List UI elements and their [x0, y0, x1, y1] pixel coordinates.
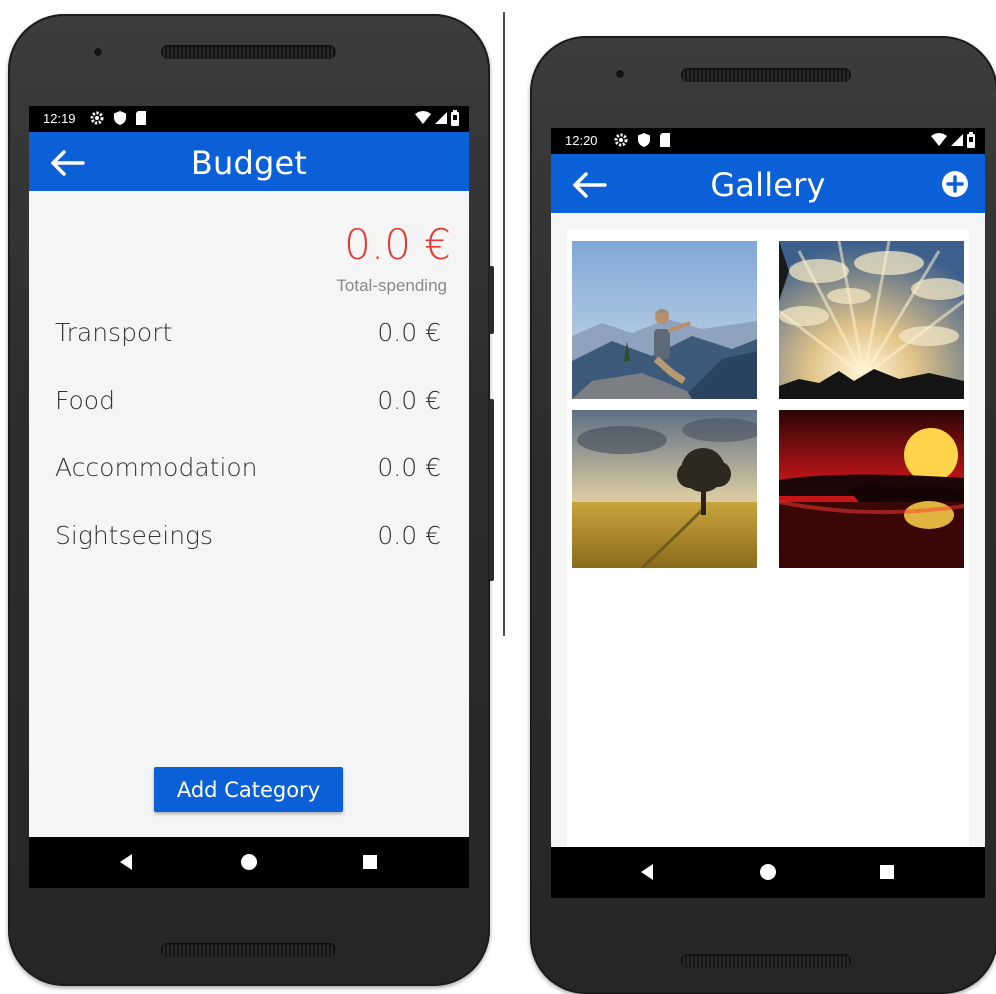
power-button	[489, 266, 494, 334]
category-name: Transport	[55, 318, 173, 347]
budget-screen: 12:19 Budget 0.0 € Total-spending Transp…	[29, 106, 469, 888]
app-bar: Budget	[29, 132, 469, 191]
circle-home-icon[interactable]	[755, 859, 781, 885]
square-recents-icon[interactable]	[357, 849, 383, 875]
front-camera	[616, 70, 624, 78]
bottom-speaker	[681, 954, 851, 968]
photo-thumbnail-tree[interactable]	[572, 410, 757, 568]
photo-grid	[567, 229, 969, 849]
triangle-back-icon[interactable]	[634, 859, 660, 885]
photo-thumbnail-sunrays[interactable]	[779, 241, 964, 399]
add-category-button[interactable]: Add Category	[154, 767, 343, 812]
bottom-speaker	[161, 943, 336, 957]
status-system-icons	[415, 110, 459, 126]
volume-button	[489, 399, 494, 581]
front-camera	[94, 48, 102, 56]
wifi-icon	[415, 111, 431, 124]
category-value: 0.0 €	[377, 453, 441, 482]
status-bar: 12:19	[29, 106, 469, 132]
sd-card-icon	[136, 111, 146, 125]
category-row-transport[interactable]: Transport 0.0 €	[55, 318, 441, 358]
category-name: Accommodation	[55, 453, 258, 482]
category-name: Sightseeings	[55, 521, 214, 550]
category-name: Food	[55, 386, 115, 415]
triangle-back-icon[interactable]	[113, 849, 139, 875]
screenshot-divider	[503, 12, 505, 636]
category-value: 0.0 €	[377, 386, 441, 415]
signal-icon	[435, 112, 447, 124]
gallery-screen: 12:20 Gallery	[551, 128, 985, 898]
top-speaker	[681, 68, 851, 82]
status-time: 12:19	[43, 111, 76, 126]
total-spending-label: Total-spending	[336, 276, 447, 295]
status-bar: 12:20	[551, 128, 985, 154]
app-bar: Gallery	[551, 154, 985, 213]
shield-icon	[638, 133, 650, 147]
battery-icon	[451, 110, 459, 126]
category-row-food[interactable]: Food 0.0 €	[55, 386, 441, 426]
sd-card-icon	[660, 133, 670, 147]
category-value: 0.0 €	[377, 521, 441, 550]
plus-circle-icon[interactable]	[941, 170, 969, 198]
sunrays-photo	[779, 241, 964, 399]
settings-icon	[614, 133, 628, 147]
total-spending-amount: 0.0 €	[344, 220, 451, 269]
top-speaker	[161, 45, 336, 59]
shield-icon	[114, 111, 126, 125]
status-system-icons	[931, 132, 975, 148]
wifi-icon	[931, 133, 947, 146]
circle-home-icon[interactable]	[236, 849, 262, 875]
status-notification-icons	[613, 132, 671, 148]
navigation-bar	[29, 837, 469, 888]
sunset-photo	[779, 410, 964, 568]
tree-photo	[572, 410, 757, 568]
page-title: Budget	[190, 144, 308, 182]
square-recents-icon[interactable]	[874, 859, 900, 885]
category-row-sightseeings[interactable]: Sightseeings 0.0 €	[55, 521, 441, 561]
battery-icon	[967, 132, 975, 148]
status-time: 12:20	[565, 133, 598, 148]
photo-thumbnail-sunset[interactable]	[779, 410, 964, 568]
status-notification-icons	[89, 110, 147, 126]
category-value: 0.0 €	[377, 318, 441, 347]
page-title: Gallery	[710, 166, 826, 204]
signal-icon	[951, 134, 963, 146]
photo-thumbnail-hiker[interactable]	[572, 241, 757, 399]
phone-frame-budget: 12:19 Budget 0.0 € Total-spending Transp…	[8, 14, 494, 986]
settings-icon	[90, 111, 104, 125]
category-row-accommodation[interactable]: Accommodation 0.0 €	[55, 453, 441, 493]
navigation-bar	[551, 847, 985, 898]
phone-frame-gallery: 12:20 Gallery	[530, 36, 996, 994]
hiker-photo	[572, 241, 757, 399]
